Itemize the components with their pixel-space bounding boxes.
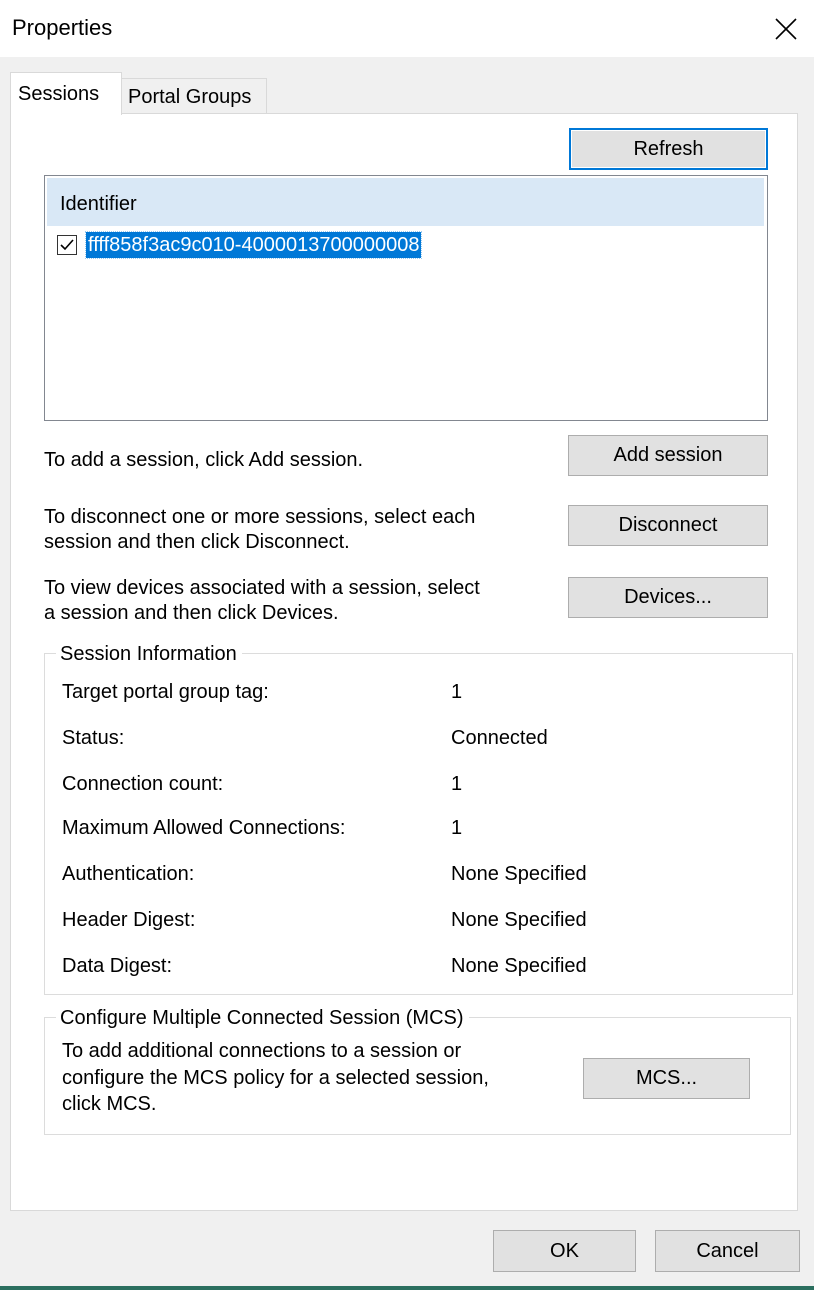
data-digest-label: Data Digest: (62, 955, 173, 977)
add-session-help: To add a session, click Add session. (44, 449, 364, 471)
max-allowed-connections-value: 1 (451, 817, 463, 839)
mcs-button[interactable]: MCS... (583, 1058, 750, 1099)
add-session-button[interactable]: Add session (568, 435, 768, 476)
data-digest-value: None Specified (451, 955, 587, 977)
tab-portal-groups-label: Portal Groups (128, 86, 252, 108)
refresh-button-label: Refresh (633, 137, 704, 160)
status-label: Status: (62, 727, 125, 749)
mcs-help-line3: click MCS. (62, 1093, 157, 1115)
target-portal-group-tag-value: 1 (451, 681, 463, 703)
disconnect-button[interactable]: Disconnect (568, 505, 768, 546)
session-information-title: Session Information (56, 642, 242, 666)
target-portal-group-tag-label: Target portal group tag: (62, 681, 269, 703)
window-title: Properties (12, 15, 113, 40)
checkmark-icon (60, 239, 74, 251)
tab-portal-groups[interactable]: Portal Groups (120, 78, 267, 114)
devices-button[interactable]: Devices... (568, 577, 768, 618)
mcs-help-line2: configure the MCS policy for a selected … (62, 1067, 489, 1089)
refresh-button[interactable]: Refresh (569, 128, 768, 170)
window-bottom-edge (0, 1286, 814, 1290)
list-item[interactable]: ffff858f3ac9c010-4000013700000008 (57, 231, 423, 259)
authentication-value: None Specified (451, 863, 587, 885)
devices-button-label: Devices... (624, 586, 712, 608)
devices-help-line2: a session and then click Devices. (44, 602, 339, 624)
cancel-button[interactable]: Cancel (655, 1230, 800, 1272)
mcs-help-line1: To add additional connections to a sessi… (62, 1040, 462, 1062)
close-button[interactable] (758, 0, 814, 57)
mcs-button-label: MCS... (635, 1067, 698, 1089)
sessions-list[interactable]: Identifier ffff858f3ac9c010-400001370000… (44, 175, 768, 421)
properties-dialog: Properties Sessions Portal Groups Refres… (0, 0, 814, 1290)
disconnect-help-line2: session and then click Disconnect. (44, 531, 350, 553)
disconnect-help-line1: To disconnect one or more sessions, sele… (44, 506, 476, 528)
identifier-column-header[interactable]: Identifier (47, 178, 764, 226)
cancel-button-label: Cancel (696, 1239, 759, 1262)
connection-count-value: 1 (451, 773, 463, 795)
tab-sessions[interactable]: Sessions (10, 72, 122, 115)
header-digest-label: Header Digest: (62, 909, 196, 931)
ok-button-label: OK (550, 1239, 579, 1262)
tab-sessions-label: Sessions (18, 83, 100, 105)
max-allowed-connections-label: Maximum Allowed Connections: (62, 817, 346, 839)
session-identifier[interactable]: ffff858f3ac9c010-4000013700000008 (84, 231, 423, 259)
add-session-button-label: Add session (613, 444, 723, 466)
session-checkbox[interactable] (57, 235, 77, 255)
identifier-header-label: Identifier (60, 193, 137, 215)
mcs-group-title: Configure Multiple Connected Session (MC… (56, 1006, 469, 1030)
authentication-label: Authentication: (62, 863, 195, 885)
status-value: Connected (451, 727, 548, 749)
disconnect-button-label: Disconnect (618, 514, 718, 536)
close-icon (775, 17, 797, 40)
connection-count-label: Connection count: (62, 773, 224, 795)
ok-button[interactable]: OK (493, 1230, 636, 1272)
title-bar: Properties (0, 0, 814, 57)
header-digest-value: None Specified (451, 909, 587, 931)
devices-help-line1: To view devices associated with a sessio… (44, 577, 480, 599)
